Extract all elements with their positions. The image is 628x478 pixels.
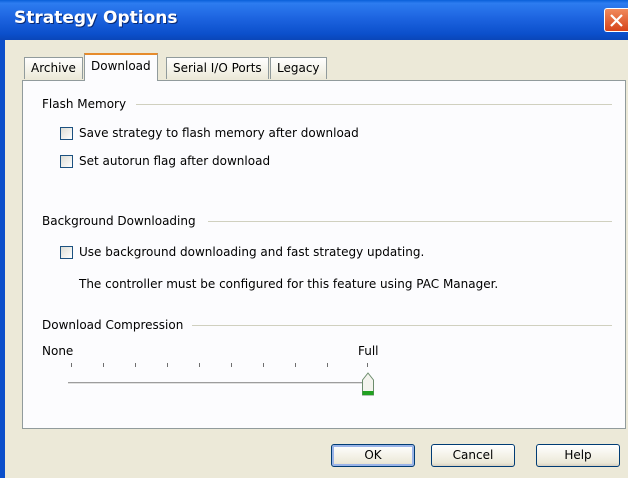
strategy-options-dialog: Strategy Options Archive Download Serial…	[0, 0, 628, 478]
slider-tick	[231, 363, 232, 367]
tab-legacy[interactable]: Legacy	[270, 57, 327, 79]
flash-memory-group-title: Flash Memory	[42, 97, 133, 111]
tab-label: Archive	[31, 61, 76, 75]
group-divider	[136, 104, 612, 105]
slider-tick	[263, 363, 264, 367]
group-divider	[208, 221, 612, 222]
tab-serial-io-ports[interactable]: Serial I/O Ports	[166, 57, 269, 79]
save-to-flash-checkbox[interactable]	[60, 126, 73, 140]
set-autorun-checkbox[interactable]	[60, 154, 73, 168]
slider-tick	[199, 363, 200, 367]
set-autorun-label: Set autorun flag after download	[79, 154, 271, 168]
slider-min-label: None	[42, 344, 74, 358]
compression-slider-thumb[interactable]	[361, 371, 375, 397]
background-downloading-group-title: Background Downloading	[42, 214, 202, 228]
ok-button[interactable]: OK	[331, 444, 415, 467]
pac-manager-note: The controller must be configured for th…	[79, 277, 499, 291]
slider-tick	[167, 363, 168, 367]
tab-label: Download	[91, 59, 151, 73]
compression-slider-track[interactable]	[68, 382, 372, 385]
group-divider	[192, 325, 612, 326]
tab-label: Serial I/O Ports	[173, 61, 262, 75]
background-downloading-checkbox[interactable]	[60, 245, 73, 259]
slider-max-label: Full	[358, 344, 379, 358]
close-button[interactable]	[604, 8, 628, 32]
slider-tick	[103, 363, 104, 367]
set-autorun-option[interactable]: Set autorun flag after download	[60, 154, 270, 168]
slider-tick	[135, 363, 136, 367]
tab-archive[interactable]: Archive	[24, 57, 83, 79]
save-to-flash-label: Save strategy to flash memory after down…	[79, 126, 359, 140]
tab-label: Legacy	[277, 61, 320, 75]
tab-download[interactable]: Download	[84, 53, 158, 81]
background-downloading-label: Use background downloading and fast stra…	[79, 245, 425, 259]
slider-tick	[295, 363, 296, 367]
background-downloading-option[interactable]: Use background downloading and fast stra…	[60, 245, 424, 259]
close-icon	[610, 14, 623, 27]
help-button[interactable]: Help	[536, 444, 620, 467]
title-bar[interactable]: Strategy Options	[0, 0, 628, 40]
slider-tick	[327, 363, 328, 367]
cancel-button[interactable]: Cancel	[431, 444, 515, 467]
download-compression-group-title: Download Compression	[42, 318, 190, 332]
slider-tick	[71, 363, 72, 367]
window-title: Strategy Options	[14, 8, 178, 28]
slider-tick	[367, 363, 368, 367]
save-to-flash-option[interactable]: Save strategy to flash memory after down…	[60, 126, 359, 140]
